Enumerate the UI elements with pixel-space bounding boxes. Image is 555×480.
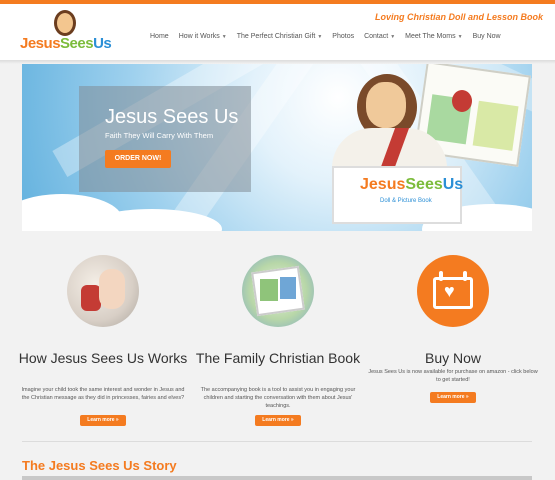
book-photo-icon xyxy=(242,255,314,327)
learn-more-button[interactable]: Learn more » xyxy=(255,415,301,426)
story-heading: The Jesus Sees Us Story xyxy=(22,458,177,473)
nav-item-how-it-works[interactable]: How it Works ▼ xyxy=(179,33,227,40)
nav-item-photos[interactable]: Photos xyxy=(332,33,354,40)
hero-subtitle: Faith They Will Carry With Them xyxy=(105,131,214,140)
nav-item-the-perfect-christian-gift[interactable]: The Perfect Christian Gift ▼ xyxy=(237,33,323,40)
story-text-cutoff xyxy=(22,476,532,480)
logo-text: JesusSeesUs xyxy=(20,35,112,52)
nav-item-meet-the-moms[interactable]: Meet The Moms ▼ xyxy=(405,33,462,40)
hero-overlay: Jesus Sees Us Faith They Will Carry With… xyxy=(79,86,251,192)
feature-text: The accompanying book is a tool to assis… xyxy=(200,387,356,409)
feature-title: How Jesus Sees Us Works xyxy=(18,350,188,366)
jesus-face-icon xyxy=(54,10,76,36)
feature-title: Buy Now xyxy=(424,350,482,366)
box-label: JesusSeesUs xyxy=(360,176,464,193)
site-logo[interactable]: JesusSeesUs xyxy=(20,10,112,56)
doll-face xyxy=(366,82,406,128)
hero-title: Jesus Sees Us xyxy=(105,106,239,128)
product-box: JesusSeesUs Doll & Picture Book xyxy=(332,166,464,224)
learn-more-button[interactable]: Learn more » xyxy=(80,415,126,426)
site-tagline: Loving Christian Doll and Lesson Book xyxy=(374,12,543,22)
hero-banner: Jesus Sees Us Faith They Will Carry With… xyxy=(22,64,532,231)
hands-photo-icon xyxy=(67,255,139,327)
chevron-down-icon: ▼ xyxy=(317,34,323,40)
seal-badge-icon xyxy=(452,90,472,112)
nav-item-buy-now[interactable]: Buy Now xyxy=(473,33,501,40)
nav-item-home[interactable]: Home xyxy=(150,33,169,40)
site-header: JesusSeesUs Loving Christian Doll and Le… xyxy=(0,4,555,60)
chevron-down-icon: ▼ xyxy=(457,34,463,40)
chevron-down-icon: ▼ xyxy=(390,34,396,40)
feature-title: The Family Christian Book xyxy=(195,350,361,366)
feature-text: Imagine your child took the same interes… xyxy=(21,387,185,401)
heart-calendar-icon: ♥ xyxy=(417,255,489,327)
nav-item-contact[interactable]: Contact ▼ xyxy=(364,33,395,40)
main-nav: Home How it Works ▼ The Perfect Christian G… xyxy=(150,33,501,40)
chevron-down-icon: ▼ xyxy=(221,34,227,40)
feature-text: Jesus Sees Us is now available for purch… xyxy=(368,369,538,383)
learn-more-button[interactable]: Learn more » xyxy=(430,392,476,403)
box-subtitle: Doll & Picture Book xyxy=(380,198,432,204)
product-image: JesusSeesUs Doll & Picture Book xyxy=(302,64,532,228)
order-now-button[interactable]: ORDER NOW! xyxy=(105,150,171,168)
section-divider xyxy=(22,441,532,442)
